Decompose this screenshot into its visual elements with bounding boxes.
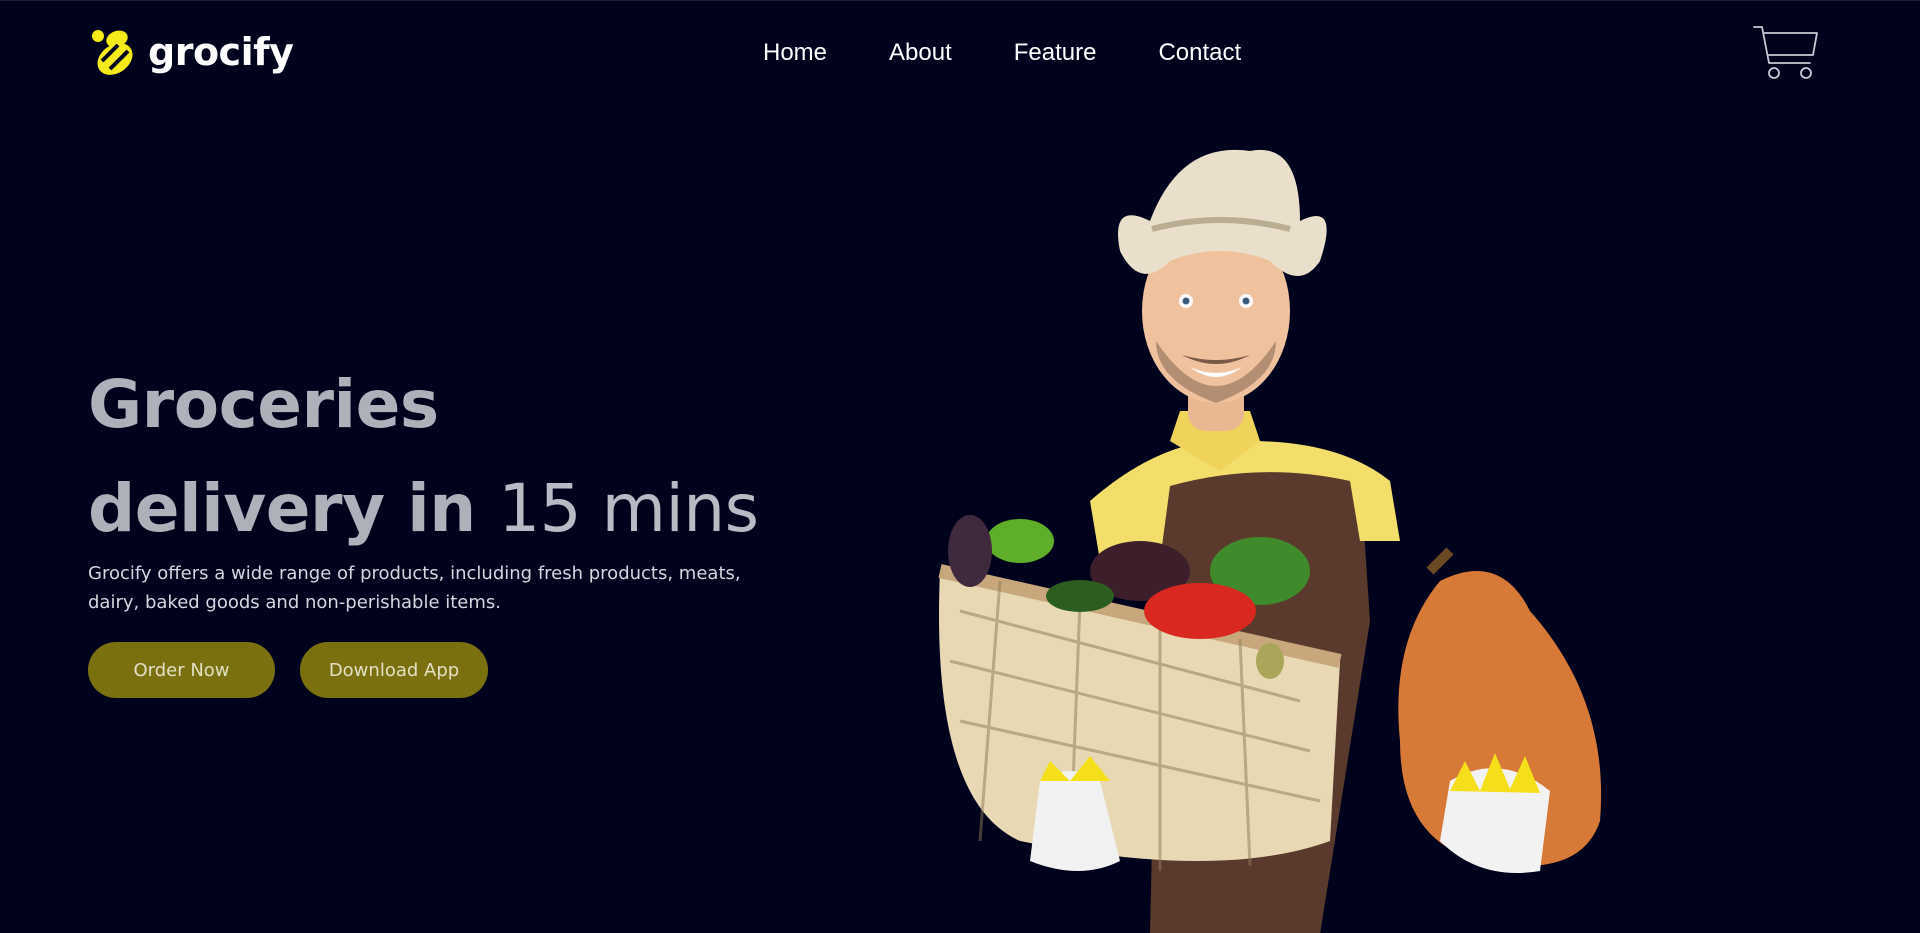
pumpkin-stem: [1426, 547, 1454, 575]
hero-title-line1: Groceries: [88, 366, 439, 443]
farmer-with-vegetable-basket-image: [938, 149, 1602, 933]
brand-logo[interactable]: grocify: [88, 27, 294, 77]
main-nav: Home About Feature Contact: [763, 39, 1241, 67]
white-grapes: [1256, 643, 1284, 679]
green-pepper: [986, 519, 1054, 563]
hero-description: Grocify offers a wide range of products,…: [88, 563, 741, 613]
order-now-button[interactable]: Order Now: [88, 642, 275, 698]
right-pupil: [1242, 297, 1250, 305]
brand-name: grocify: [148, 30, 294, 74]
bee-logo-icon: [92, 30, 133, 75]
shopping-cart-icon[interactable]: [1752, 23, 1820, 83]
cucumber: [1046, 580, 1114, 612]
eggplant: [948, 515, 992, 587]
red-pepper: [1144, 583, 1256, 639]
hero-title-line2-bold: delivery in: [88, 470, 476, 547]
download-app-button[interactable]: Download App: [300, 642, 488, 698]
nav-item-about[interactable]: About: [889, 39, 952, 67]
nav-item-home[interactable]: Home: [763, 39, 827, 67]
hero-title-line2-light: 15 mins: [498, 470, 759, 547]
nav-item-feature[interactable]: Feature: [1014, 39, 1097, 67]
left-pupil: [1182, 297, 1190, 305]
hero-title: Groceries delivery in 15 mins: [88, 353, 759, 561]
nav-item-contact[interactable]: Contact: [1158, 39, 1241, 67]
landing-page: grocify Home About Feature Contact Groce…: [0, 0, 1920, 933]
